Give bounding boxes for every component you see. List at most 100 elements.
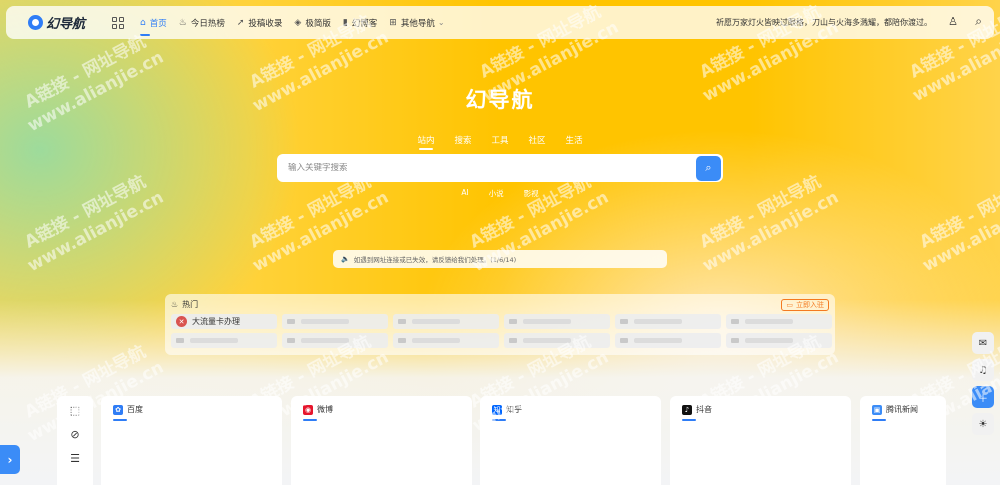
hot-item-label: 大流量卡办理: [192, 317, 240, 326]
store-icon: ▭: [786, 301, 793, 309]
join-button[interactable]: ▭ 立即入驻: [781, 299, 829, 311]
logo-icon: [28, 15, 43, 30]
tab-site[interactable]: 站内: [417, 134, 434, 150]
hotlist-card-zhihu: 知 知乎: [480, 396, 661, 485]
search-subtabs: AI 小说 影视: [0, 188, 1000, 199]
send-icon: ➚: [236, 17, 245, 28]
hot-item-placeholder: [504, 314, 610, 329]
chevron-right-icon: ›: [7, 452, 13, 467]
card-title[interactable]: ▣ 腾讯新闻: [872, 404, 934, 415]
card-title-text: 抖音: [696, 405, 712, 414]
watermark: A链接 - 网址导航 www.alianjie.cn: [21, 31, 168, 136]
card-underline: [492, 419, 506, 421]
add-icon[interactable]: ＋: [972, 386, 994, 408]
hotlist-card-douyin: ♪ 抖音: [670, 396, 851, 485]
search-icon[interactable]: ⌕: [975, 14, 982, 29]
douyin-icon: ♪: [682, 404, 692, 415]
hot-item-placeholder: [393, 333, 499, 348]
tag-icon[interactable]: ⬚: [70, 404, 80, 418]
hot-item-placeholder: [726, 314, 832, 329]
expand-sidebar-button[interactable]: ›: [0, 445, 20, 474]
card-title-text: 百度: [127, 405, 143, 414]
hotlist-card-weibo: ◉ 微博: [291, 396, 472, 485]
hot-item-placeholder: [282, 314, 388, 329]
nav-item-minimal[interactable]: ◈ 极简版: [294, 6, 330, 39]
hot-item-placeholder: [282, 333, 388, 348]
fire-icon: ♨: [171, 299, 179, 309]
search-button[interactable]: ⌕: [696, 155, 721, 181]
hot-item-placeholder: [393, 314, 499, 329]
subtab-novel[interactable]: 小说: [489, 188, 504, 199]
nav-item-home[interactable]: ⌂ 首页: [140, 6, 167, 39]
chevron-down-icon: ⌄: [437, 18, 445, 27]
hot-item[interactable]: ✕ 大流量卡办理: [171, 314, 277, 329]
nav-item-hot[interactable]: ♨ 今日热榜: [179, 6, 225, 39]
nav-label: 极简版: [305, 18, 331, 29]
card-title[interactable]: 知 知乎: [492, 404, 649, 415]
watermark: A链接 - 网址导航 www.alianjie.cn: [916, 171, 1000, 276]
nav-item-submit[interactable]: ➚ 投稿收录: [237, 6, 283, 39]
card-title[interactable]: ◉ 微博: [303, 404, 460, 415]
search-input[interactable]: [277, 163, 696, 173]
card-underline: [682, 419, 696, 421]
card-underline: [872, 419, 886, 421]
notice-bar: 🔈 如遇到网址连接或已失效，请反馈给我们处理。(1/6/14): [333, 250, 667, 268]
hot-item-icon: ✕: [176, 316, 187, 327]
subtab-video[interactable]: 影视: [524, 188, 539, 199]
join-label: 立即入驻: [796, 301, 824, 309]
tab-search[interactable]: 搜索: [454, 134, 471, 150]
layers-icon: ◈: [294, 17, 302, 28]
compass-icon[interactable]: ⊘: [70, 428, 79, 442]
menu-grid-icon[interactable]: [112, 16, 124, 29]
top-header: 幻导航 ⌂ 首页 ♨ 今日热榜 ➚ 投稿收录 ◈ 极简版 ▮ 幻博客 ⊞ 其他导…: [6, 6, 994, 39]
header-notice: 祈愿万家灯火皆映过眼格，刀山与火海多溅耀，都陪你渡过。: [716, 18, 932, 27]
list-icon[interactable]: ☰: [70, 452, 80, 466]
card-title[interactable]: ♪ 抖音: [682, 404, 839, 415]
baidu-icon: ✿: [113, 404, 123, 415]
nav-label: 幻博客: [351, 18, 378, 29]
card-underline: [303, 419, 317, 421]
search-icon: ⌕: [705, 161, 712, 174]
nav-item-blog[interactable]: ▮ 幻博客: [343, 6, 377, 39]
hotlist-card-tencent-news: ▣ 腾讯新闻: [860, 396, 946, 485]
hotlist-card-baidu: ✿ 百度: [101, 396, 282, 485]
tab-community[interactable]: 社区: [529, 134, 546, 150]
hot-header: ♨ 热门: [165, 294, 835, 314]
card-underline: [113, 419, 127, 421]
user-icon[interactable]: ♙: [948, 15, 958, 28]
card-title-text: 微博: [317, 405, 333, 414]
card-title[interactable]: ✿ 百度: [113, 404, 270, 415]
category-sidebar: ⬚ ⊘ ☰: [57, 396, 93, 485]
bell-icon[interactable]: ♫: [972, 359, 994, 381]
wechat-icon[interactable]: ✉: [972, 332, 994, 354]
fire-icon: ♨: [178, 17, 187, 28]
hot-item-placeholder: [726, 333, 832, 348]
hot-item-placeholder: [615, 333, 721, 348]
logo-text: 幻导航: [46, 17, 86, 32]
book-icon: ▮: [342, 17, 348, 28]
nav-label: 今日热榜: [190, 18, 225, 29]
nav-label: 其他导航: [400, 18, 435, 29]
card-title-text: 知乎: [506, 405, 522, 414]
nav-label: 首页: [149, 18, 167, 29]
nav-label: 投稿收录: [248, 18, 283, 29]
subtab-ai[interactable]: AI: [461, 188, 468, 199]
tab-life[interactable]: 生活: [566, 134, 583, 150]
tencent-news-icon: ▣: [872, 404, 882, 415]
speaker-icon: 🔈: [341, 255, 350, 263]
tab-tools[interactable]: 工具: [491, 134, 508, 150]
search-box: ⌕: [277, 154, 723, 182]
hot-item-placeholder: [171, 333, 277, 348]
sun-icon[interactable]: ☀: [972, 413, 994, 435]
site-title: 幻导航: [465, 88, 535, 112]
watermark: A链接 - 网址导航 www.alianjie.cn: [21, 171, 168, 276]
hot-panel: ♨ 热门 ▭ 立即入驻 ✕ 大流量卡办理: [165, 294, 835, 355]
watermark: A链接 - 网址导航 www.alianjie.cn: [696, 171, 843, 276]
site-logo[interactable]: 幻导航: [28, 13, 98, 32]
weibo-icon: ◉: [303, 404, 313, 415]
card-title-text: 腾讯新闻: [886, 405, 918, 414]
hot-item-placeholder: [615, 314, 721, 329]
hot-title: 热门: [182, 299, 199, 309]
hot-grid: ✕ 大流量卡办理: [165, 314, 835, 348]
nav-item-other[interactable]: ⊞ 其他导航 ⌄: [389, 6, 444, 39]
